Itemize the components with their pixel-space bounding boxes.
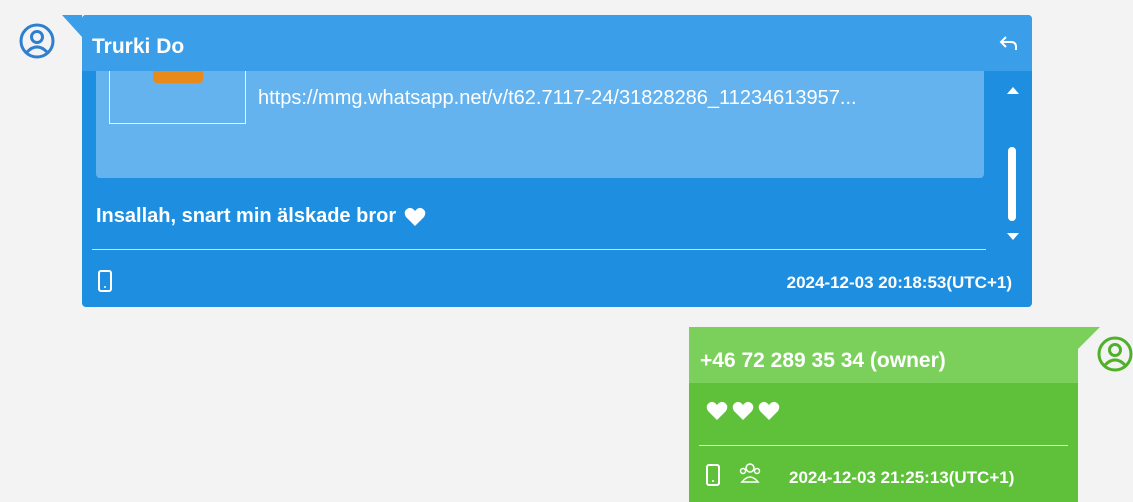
outgoing-timestamp: 2024-12-03 21:25:13(UTC+1): [789, 468, 1015, 487]
scroll-thumb[interactable]: [1008, 147, 1016, 221]
white-heart-icon: [404, 207, 426, 226]
thumbnail-image: [153, 71, 203, 83]
outgoing-sender-name: +46 72 289 35 34 (owner): [700, 349, 946, 372]
white-heart-icon: [758, 401, 780, 420]
incoming-message-header: Trurki Do: [82, 15, 1032, 71]
scroll-up-arrow-icon[interactable]: [1007, 87, 1019, 94]
footer-divider: [699, 445, 1068, 446]
incoming-avatar-icon: [18, 22, 56, 60]
reply-icon[interactable]: [998, 33, 1020, 55]
scroll-down-arrow-icon[interactable]: [1007, 233, 1019, 240]
mobile-phone-icon: [706, 464, 720, 486]
attachment-thumbnail[interactable]: [109, 71, 246, 124]
incoming-message-bubble: Trurki Do https://mmg.whatsapp.net/v/t62…: [62, 15, 1032, 307]
group-chat-icon: [739, 463, 761, 483]
incoming-timestamp: 2024-12-03 20:18:53(UTC+1): [786, 273, 1012, 292]
footer-divider: [92, 249, 986, 250]
incoming-message-body: Insallah, snart min älskade bror: [96, 205, 397, 227]
message-scrollbar[interactable]: [998, 77, 1028, 257]
attachment-card[interactable]: https://mmg.whatsapp.net/v/t62.7117-24/3…: [96, 71, 984, 178]
outgoing-message-text: [706, 401, 780, 421]
outgoing-message-bubble: +46 72 289 35 34 (owner) 2024-12-03 21:2…: [689, 327, 1100, 502]
outgoing-message-header: +46 72 289 35 34 (owner): [689, 327, 1078, 383]
mobile-phone-icon: [98, 270, 112, 292]
bubble-tail: [62, 15, 82, 37]
outgoing-avatar-icon: [1096, 335, 1133, 373]
white-heart-icon: [706, 401, 728, 420]
attachment-url-link[interactable]: https://mmg.whatsapp.net/v/t62.7117-24/3…: [258, 87, 857, 110]
white-heart-icon: [732, 401, 754, 420]
incoming-message-text: Insallah, snart min älskade bror: [96, 205, 426, 228]
incoming-sender-name: Trurki Do: [92, 35, 185, 58]
